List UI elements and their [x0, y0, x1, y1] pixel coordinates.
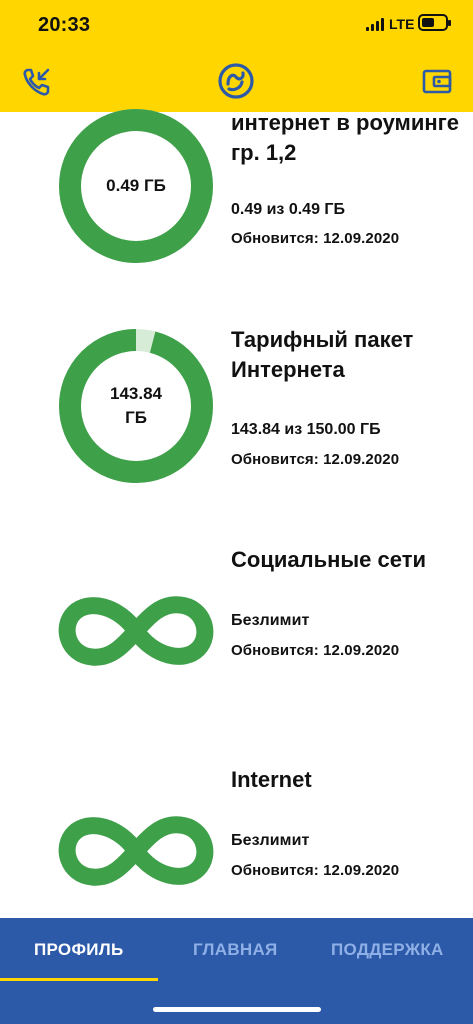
- status-bar: 20:33 LTE: [0, 0, 473, 50]
- package-status: Безлимит: [231, 832, 310, 849]
- bottom-nav: ПРОФИЛЬ ГЛАВНАЯ ПОДДЕРЖКА: [0, 918, 473, 1024]
- active-tab-indicator: [0, 978, 158, 981]
- package-update-date: Обновится: 12.09.2020: [231, 230, 400, 247]
- status-time: 20:33: [38, 14, 91, 36]
- tab-support[interactable]: ПОДДЕРЖКА: [331, 940, 444, 960]
- lifecell-logo-icon[interactable]: [217, 62, 255, 100]
- tab-profile[interactable]: ПРОФИЛЬ: [34, 940, 124, 960]
- package-title: Тарифный пакет Интернета: [231, 327, 414, 382]
- package-title: Социальные сети: [231, 547, 427, 572]
- package-update-date: Обновится: 12.09.2020: [231, 451, 400, 468]
- package-title: Internet: [231, 767, 312, 792]
- infinity-icon: [58, 816, 214, 886]
- wallet-icon[interactable]: [420, 64, 454, 98]
- top-bar: 20:33 LTE: [0, 0, 473, 112]
- network-type: LTE: [389, 16, 415, 32]
- ring-value: 143.84 ГБ: [110, 384, 162, 427]
- package-status: Безлимит: [231, 612, 310, 629]
- package-amount: 143.84 из 150.00 ГБ: [231, 421, 381, 438]
- package-title: интернет в роуминге гр. 1,2: [231, 110, 460, 165]
- tab-main[interactable]: ГЛАВНАЯ: [193, 940, 278, 960]
- battery-icon: [418, 14, 451, 31]
- ring-value: 0.49 ГБ: [106, 176, 166, 195]
- phone-incoming-icon[interactable]: [20, 64, 54, 98]
- home-indicator[interactable]: [153, 1007, 321, 1012]
- package-amount: 0.49 из 0.49 ГБ: [231, 201, 345, 218]
- package-update-date: Обновится: 12.09.2020: [231, 862, 400, 879]
- signal-icon: [366, 17, 384, 31]
- package-update-date: Обновится: 12.09.2020: [231, 642, 400, 659]
- infinity-icon: [58, 596, 214, 666]
